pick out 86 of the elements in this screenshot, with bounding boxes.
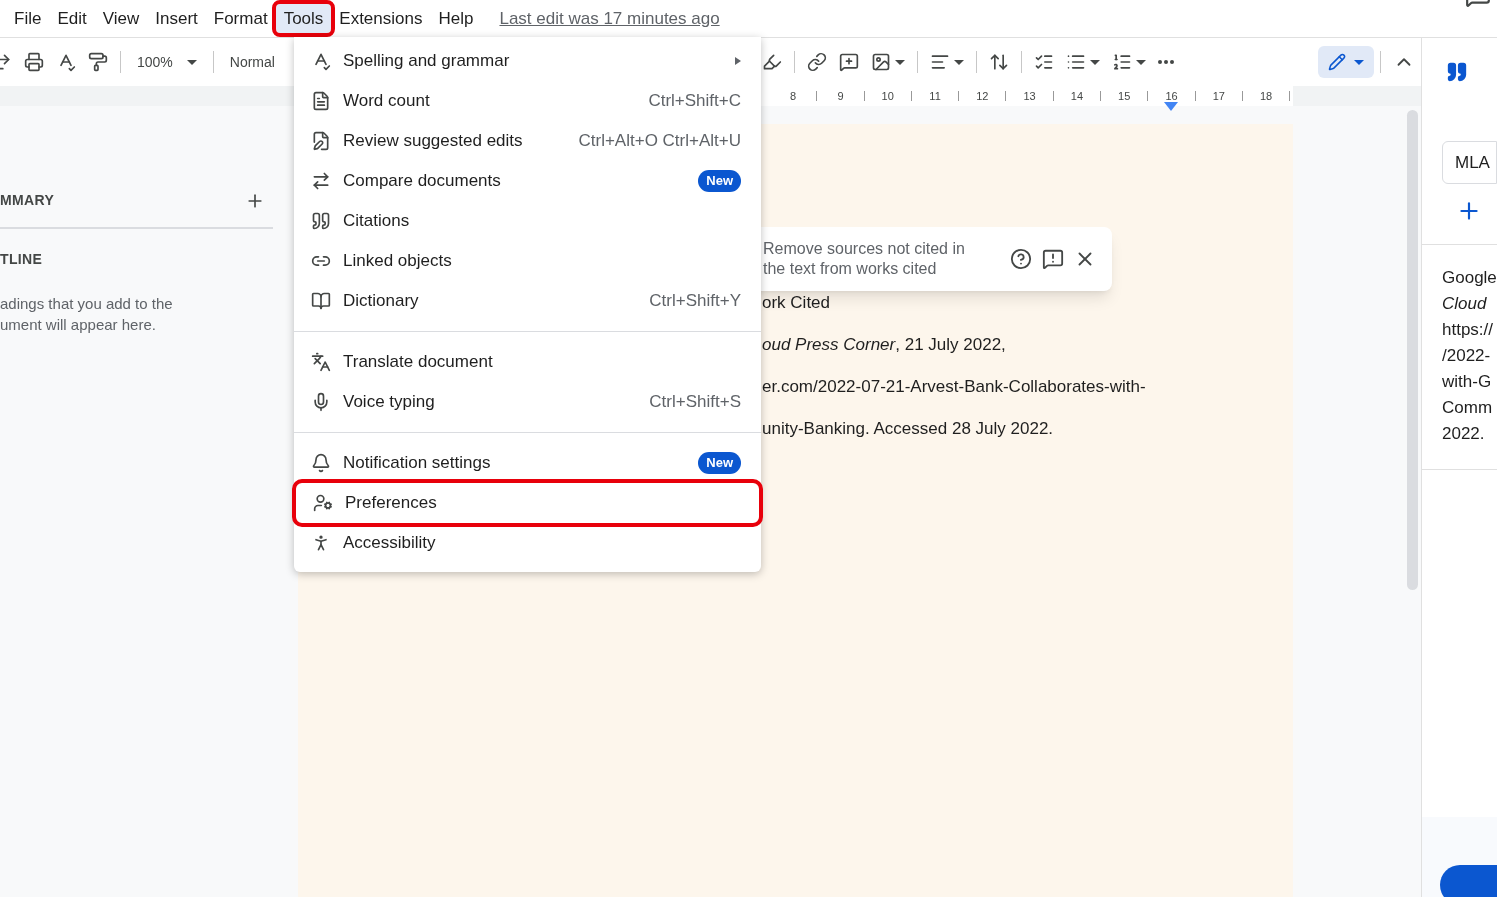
menu-item[interactable]: Tools [275,3,332,34]
feedback-icon[interactable] [1042,248,1064,270]
paint-roller-icon [88,52,108,72]
ruler-number: 9 [817,91,865,101]
align-left-icon [930,52,950,72]
menu-option[interactable]: Spelling and grammar [294,41,761,81]
menu-option[interactable]: Citations [294,201,761,241]
summary-heading: MMARY [0,191,55,210]
ruler-number: 18 [1242,91,1291,101]
indent-marker-icon[interactable] [1164,102,1178,111]
document-text-line: ork Cited [762,292,832,314]
menu-item[interactable]: Insert [147,3,206,34]
menu-item[interactable]: Help [430,3,482,34]
citation-text-line: Comm [1442,397,1494,419]
citation-style-field[interactable]: MLA [1442,141,1497,184]
image-icon [871,52,891,72]
menu-option[interactable]: Word count Ctrl+Shift+C [294,81,761,121]
ruler-number: 12 [959,91,1007,101]
menu-item[interactable]: View [94,3,148,34]
ruler-number: 16 [1148,91,1196,101]
document-text-line: unity-Banking. Accessed 28 July 2022. [762,418,1055,440]
citation-text-line: Google [1442,267,1497,289]
highlighter-icon [762,52,782,72]
document-pen-icon [311,131,331,151]
submenu-arrow-icon [735,57,741,65]
caret-icon [954,59,964,65]
outline-heading: TLINE [0,250,44,269]
ruler-number: 11 [911,91,960,101]
style-dropdown[interactable]: Normal [219,51,285,73]
caret-icon [1090,59,1100,65]
translate-icon [311,352,331,372]
caret-icon [1354,59,1364,65]
link-icon [807,52,827,72]
document-text-line: oud Press Corner, 21 July 2022, [762,334,1007,356]
ruler-number: 15 [1101,91,1149,101]
pencil-icon [1328,53,1346,71]
document-icon [311,91,331,111]
citation-text-line: https:// [1442,319,1495,341]
zoom-dropdown[interactable]: 100% [127,51,207,73]
ruler-number: 8 [770,91,818,101]
ruler-number: 10 [864,91,912,101]
menu-option[interactable]: Accessibility [294,523,761,563]
caret-icon [1136,59,1146,65]
last-edit-link[interactable]: Last edit was 17 minutes ago [499,5,720,32]
numbered-list-icon [1112,52,1132,72]
caret-icon [186,59,197,65]
quote-icon[interactable] [1446,61,1468,83]
outline-hint: adings that you add to the ument will appear here. [0,294,174,335]
menu-option[interactable]: Translate document [294,342,761,382]
menu-option[interactable]: Review suggested edits Ctrl+Alt+O Ctrl+Alt+U [294,121,761,161]
print-icon [24,52,44,72]
document-text-line: er.com/2022-07-21-Arvest-Bank-Collaborates-with- [762,376,1147,398]
comment-plus-icon [839,52,859,72]
checklist-icon [1034,52,1054,72]
menu-item[interactable]: Format [205,3,276,34]
quote-icon [311,211,331,231]
menu-item[interactable]: Extensions [331,3,431,34]
help-icon[interactable] [1010,248,1032,270]
citation-text-line: /2022- [1442,345,1492,367]
scrollbar-thumb[interactable] [1407,110,1418,590]
menu-option[interactable]: Dictionary Ctrl+Shift+Y [294,281,761,321]
menu-item[interactable]: File [6,3,50,34]
ruler-number: 17 [1195,91,1243,101]
bullet-list-icon [1066,52,1086,72]
user-gear-icon [313,493,333,513]
menu-option[interactable]: Voice typing Ctrl+Shift+S [294,382,761,422]
arrows-icon [311,171,331,191]
edit-mode-button[interactable] [1318,46,1374,78]
book-icon [311,291,331,311]
microphone-icon [311,392,331,412]
menu-option[interactable]: Notification settings New [294,443,761,483]
citation-text-line: with-G [1442,371,1493,393]
tip-text: Remove sources not cited in the text from works cited [763,239,966,279]
citation-text-line: 2022. [1442,423,1486,445]
action-button[interactable] [1440,865,1497,897]
up-down-arrow-icon [989,52,1009,72]
bell-icon [311,453,331,473]
ruler-number: 14 [1053,91,1102,101]
caret-icon [895,59,905,65]
citation-text-line: Cloud [1442,293,1488,315]
more-icon [1158,60,1174,64]
menu-item[interactable]: Edit [49,3,95,34]
menu-option[interactable]: Linked objects [294,241,761,281]
menu-option[interactable]: Preferences [296,483,759,523]
menu-option[interactable]: Compare documents New [294,161,761,201]
ruler-number: 13 [1006,91,1054,101]
